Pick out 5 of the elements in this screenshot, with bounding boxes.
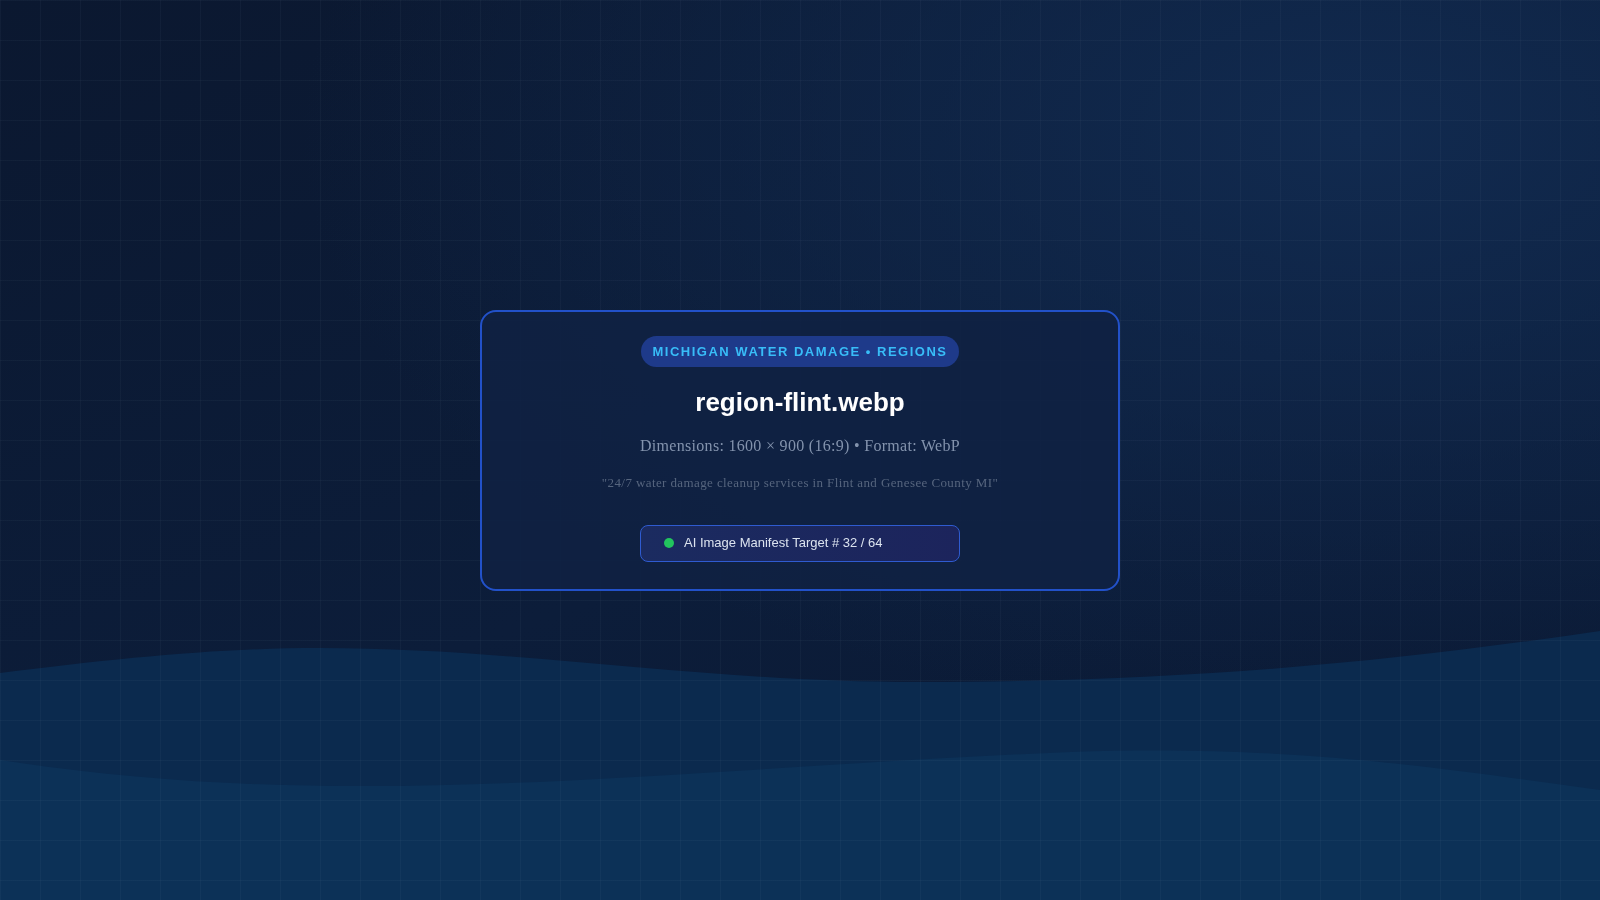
manifest-label: AI Image Manifest Target # 32 / 64 <box>684 534 883 552</box>
dimensions-text: Dimensions: 1600 × 900 (16:9) • Format: WebP <box>640 435 960 457</box>
caption-text: "24/7 water damage cleanup services in Flint and Genesee County MI" <box>601 473 999 492</box>
file-name-title: region-flint.webp <box>695 385 905 419</box>
category-badge: MICHIGAN WATER DAMAGE • REGIONS <box>640 335 960 367</box>
